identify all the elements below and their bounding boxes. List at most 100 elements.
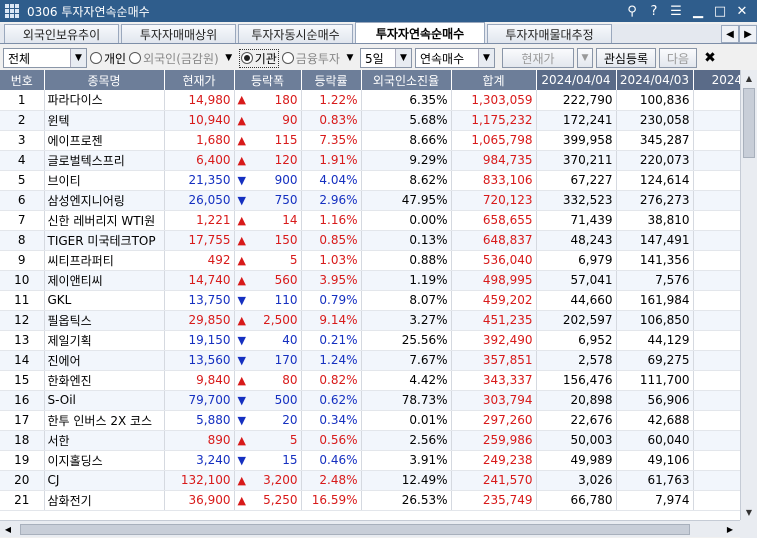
table-row[interactable]: 9 씨티프라퍼티 492 ▲ 5 1.03% 0.88% 536,040 6,979 141,35… xyxy=(0,250,740,271)
tab-volume-estimate[interactable]: 투자자매물대추정 xyxy=(487,24,612,43)
table-row[interactable]: 13 제일기획 19,150 ▼ 40 0.21% 25.56% 392,490 6,952 44… xyxy=(0,330,740,351)
change-amount: ▼ 900 xyxy=(234,170,302,191)
pin-icon[interactable]: ⚲ xyxy=(625,4,639,19)
table-row[interactable]: 7 신한 레버리지 WTI원 1,221 ▲ 14 1.16% 0.00% 658,655 71… xyxy=(0,210,740,231)
column-header[interactable]: 2024/04/04 xyxy=(536,70,617,90)
change-rate: 9.14% xyxy=(301,310,362,331)
tab-continuous-buy[interactable]: 투자자연속순매수 xyxy=(355,22,485,43)
column-header[interactable]: 2024/04 xyxy=(693,70,740,90)
table-row[interactable]: 20 CJ 132,100 ▲ 3,200 2.48% 12.49% 241,570 3,026… xyxy=(0,470,740,491)
tab-simultaneous-buy[interactable]: 투자자동시순매수 xyxy=(238,24,353,43)
current-price: 13,560 xyxy=(164,350,235,371)
column-header[interactable]: 2024/04/03 xyxy=(616,70,694,90)
daily-amount: 67,227 xyxy=(536,170,617,191)
stock-name: 브이티 xyxy=(44,170,165,191)
table-row[interactable]: 6 삼성엔지니어링 26,050 ▼ 750 2.96% 47.95% 720,123 332,… xyxy=(0,190,740,211)
daily-amount: 3 xyxy=(693,470,740,491)
vertical-scrollbar[interactable]: ▲ ▼ xyxy=(740,70,757,520)
window-title: 0306 투자자연속순매수 xyxy=(27,4,150,19)
table-row[interactable]: 12 필옵틱스 29,850 ▲ 2,500 9.14% 3.27% 451,235 202,5… xyxy=(0,310,740,331)
current-price: 29,850 xyxy=(164,310,235,331)
table-row[interactable]: 11 GKL 13,750 ▼ 110 0.79% 8.07% 459,202 44,660 16… xyxy=(0,290,740,311)
table-row[interactable]: 2 윈텍 10,940 ▲ 90 0.83% 5.68% 1,175,232 172,241 23… xyxy=(0,110,740,131)
foreign-exhaustion-rate: 0.00% xyxy=(361,210,452,231)
change-rate: 0.21% xyxy=(301,330,362,351)
daily-amount: 8 xyxy=(693,310,740,331)
stock-name: 제일기획 xyxy=(44,330,165,351)
scroll-left-icon[interactable]: ◀ xyxy=(0,525,16,534)
column-header[interactable]: 등락폭 xyxy=(234,70,302,90)
table-row[interactable]: 5 브이티 21,350 ▼ 900 4.04% 8.62% 833,106 67,227 124… xyxy=(0,170,740,191)
table-row[interactable]: 3 에이프로젠 1,680 ▲ 115 7.35% 8.66% 1,065,798 399,95… xyxy=(0,130,740,151)
column-header[interactable]: 외국인소진율 xyxy=(361,70,452,90)
maximize-icon[interactable]: □ xyxy=(713,4,727,19)
next-button[interactable]: 다음 xyxy=(658,48,697,68)
scroll-thumb[interactable] xyxy=(20,524,690,535)
mode-select[interactable]: 연속매수 ▼ xyxy=(414,48,495,68)
price-button[interactable]: 현재가 xyxy=(501,48,574,68)
finance-dropdown[interactable]: ▼ xyxy=(343,48,357,68)
table-row[interactable]: 1 파라다이스 14,980 ▲ 180 1.22% 6.35% 1,303,059 222,7… xyxy=(0,90,740,111)
scroll-up-icon[interactable]: ▲ xyxy=(741,70,757,86)
close-panel-icon[interactable]: ✖ xyxy=(700,48,720,68)
scroll-thumb[interactable] xyxy=(743,88,755,158)
arrow-up-icon: ▲ xyxy=(237,233,246,247)
tab-prev-icon[interactable]: ◀ xyxy=(721,25,739,43)
change-rate: 1.22% xyxy=(301,90,362,111)
arrow-up-icon: ▲ xyxy=(237,153,246,167)
close-icon[interactable]: ✕ xyxy=(735,4,749,19)
minimize-icon[interactable]: ▁ xyxy=(691,4,705,19)
column-header[interactable]: 번호 xyxy=(0,70,45,90)
total-amount: 536,040 xyxy=(451,250,537,271)
column-header[interactable]: 합계 xyxy=(451,70,537,90)
table-row[interactable]: 16 S-Oil 79,700 ▼ 500 0.62% 78.73% 303,794 20,89… xyxy=(0,390,740,411)
scroll-right-icon[interactable]: ▶ xyxy=(722,525,738,534)
change-amount: ▼ 20 xyxy=(234,410,302,431)
column-header[interactable]: 등락률 xyxy=(301,70,362,90)
table-row[interactable]: 8 TIGER 미국테크TOP 17,755 ▲ 150 0.85% 0.13% 648,83… xyxy=(0,230,740,251)
arrow-up-icon: ▲ xyxy=(237,373,246,387)
chevron-down-icon: ▼ xyxy=(394,49,411,67)
tab-foreign-holding[interactable]: 외국인보유추이 xyxy=(4,24,119,43)
table-row[interactable]: 19 이지홀딩스 3,240 ▼ 15 0.46% 3.91% 249,238 49,989 49… xyxy=(0,450,740,471)
foreign-exhaustion-rate: 2.56% xyxy=(361,430,452,451)
price-dropdown[interactable]: ▼ xyxy=(576,48,593,68)
table-row[interactable]: 21 삼화전기 36,900 ▲ 5,250 16.59% 26.53% 235,749 66,… xyxy=(0,490,740,511)
table-row[interactable]: 10 제이앤티씨 14,740 ▲ 560 3.95% 1.19% 498,995 57,041… xyxy=(0,270,740,291)
days-select[interactable]: 5일 ▼ xyxy=(359,48,412,68)
table-row[interactable]: 15 한화엔진 9,840 ▲ 80 0.82% 4.42% 343,337 156,476 11… xyxy=(0,370,740,391)
table-row[interactable]: 17 한투 인버스 2X 코스 5,880 ▼ 20 0.34% 0.01% 297,260 2… xyxy=(0,410,740,431)
market-select[interactable]: 전체 ▼ xyxy=(3,48,87,68)
current-price: 3,240 xyxy=(164,450,235,471)
foreign-exhaustion-rate: 5.68% xyxy=(361,110,452,131)
daily-amount: 2,578 xyxy=(536,350,617,371)
menu-icon[interactable]: ☰ xyxy=(669,4,683,19)
horizontal-scrollbar[interactable]: ◀ ▶ xyxy=(0,520,740,537)
row-number: 2 xyxy=(0,110,45,131)
watchlist-button[interactable]: 관심등록 xyxy=(595,48,656,68)
scroll-down-icon[interactable]: ▼ xyxy=(741,504,757,520)
tab-investor-top[interactable]: 투자자매매상위 xyxy=(121,24,236,43)
radio-institution[interactable]: 기관 xyxy=(238,48,279,68)
arrow-down-icon: ▼ xyxy=(237,353,246,367)
radio-foreign[interactable]: 외국인(금감원) xyxy=(129,50,219,67)
table-row[interactable]: 14 진에어 13,560 ▼ 170 1.24% 7.67% 357,851 2,578 69,… xyxy=(0,350,740,371)
arrow-down-icon: ▼ xyxy=(237,413,246,427)
daily-amount: 161,984 xyxy=(616,290,694,311)
column-header[interactable]: 종목명 xyxy=(44,70,165,90)
daily-amount: 230,058 xyxy=(616,110,694,131)
tab-next-icon[interactable]: ▶ xyxy=(739,25,757,43)
table-row[interactable]: 4 글로벌텍스프리 6,400 ▲ 120 1.91% 9.29% 984,735 370,21… xyxy=(0,150,740,171)
foreign-exhaustion-rate: 0.13% xyxy=(361,230,452,251)
radio-individual[interactable]: 개인 xyxy=(90,50,126,67)
table-row[interactable]: 18서한890▲50.56%2.56%259,98650,00360,0404 xyxy=(0,430,740,451)
change-amount: ▲ 5 xyxy=(234,430,302,451)
column-header[interactable]: 현재가 xyxy=(164,70,235,90)
foreign-exhaustion-rate: 8.07% xyxy=(361,290,452,311)
total-amount: 343,337 xyxy=(451,370,537,391)
help-icon[interactable]: ? xyxy=(647,4,661,19)
arrow-up-icon: ▲ xyxy=(237,113,246,127)
daily-amount: 111,700 xyxy=(616,370,694,391)
radio-finance[interactable]: 금융투자 xyxy=(281,50,340,67)
foreign-dropdown[interactable]: ▼ xyxy=(222,48,236,68)
